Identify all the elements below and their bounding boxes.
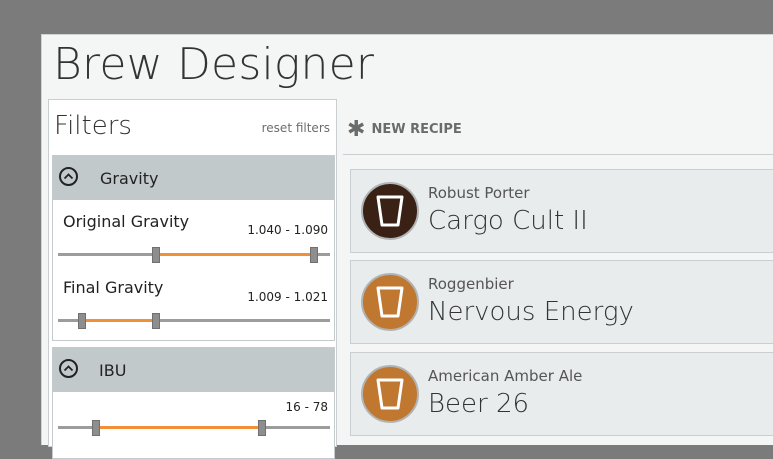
recipe-style: Roggenbier bbox=[428, 275, 514, 293]
slider-fill bbox=[155, 253, 314, 256]
slider-high-thumb[interactable] bbox=[258, 420, 266, 436]
gravity-panel: Gravity Original Gravity 1.040 - 1.090 F… bbox=[52, 155, 335, 341]
recipes-pane: ✱ NEW RECIPE Robust Porter Cargo Cult II… bbox=[337, 99, 773, 445]
ibu-slider[interactable] bbox=[58, 420, 330, 436]
ibu-panel-header[interactable]: IBU bbox=[53, 348, 334, 392]
recipe-style: American Amber Ale bbox=[428, 367, 583, 385]
recipe-card[interactable]: Roggenbier Nervous Energy bbox=[350, 260, 773, 344]
slider-high-thumb[interactable] bbox=[151, 313, 160, 329]
new-recipe-button[interactable]: ✱ NEW RECIPE bbox=[347, 116, 462, 142]
ibu-range: 16 - 78 bbox=[285, 400, 329, 414]
original-gravity-slider[interactable] bbox=[58, 247, 330, 263]
filters-title: Filters bbox=[54, 111, 132, 141]
beer-glass-icon bbox=[361, 365, 419, 423]
app-window: Brew Designer Filters reset filters Grav… bbox=[41, 34, 773, 459]
asterisk-icon: ✱ bbox=[347, 116, 366, 142]
panel-title: Gravity bbox=[100, 169, 159, 188]
beer-glass-icon bbox=[361, 182, 419, 240]
recipe-card[interactable]: Robust Porter Cargo Cult II bbox=[350, 169, 773, 253]
reset-filters-link[interactable]: reset filters bbox=[262, 121, 330, 135]
new-recipe-label: NEW RECIPE bbox=[371, 122, 462, 137]
divider bbox=[343, 154, 773, 155]
slider-high-thumb[interactable] bbox=[309, 247, 318, 263]
final-gravity-slider[interactable] bbox=[58, 313, 330, 329]
original-gravity-label: Original Gravity bbox=[63, 212, 190, 231]
recipe-name: Nervous Energy bbox=[428, 297, 634, 327]
recipe-name: Beer 26 bbox=[428, 389, 530, 419]
recipe-name: Cargo Cult II bbox=[428, 206, 588, 236]
panel-title: IBU bbox=[99, 361, 127, 380]
slider-low-thumb[interactable] bbox=[151, 247, 160, 263]
collapse-chevron-icon[interactable] bbox=[59, 359, 78, 378]
recipe-card[interactable]: American Amber Ale Beer 26 bbox=[350, 352, 773, 436]
original-gravity-range: 1.040 - 1.090 bbox=[247, 223, 328, 237]
slider-fill bbox=[96, 426, 262, 429]
final-gravity-range: 1.009 - 1.021 bbox=[247, 290, 328, 304]
recipe-style: Robust Porter bbox=[428, 184, 530, 202]
collapse-chevron-icon[interactable] bbox=[59, 167, 78, 186]
slider-low-thumb[interactable] bbox=[92, 420, 101, 436]
filters-pane: Filters reset filters Gravity Original G… bbox=[48, 99, 337, 459]
slider-fill bbox=[82, 319, 156, 322]
app-title: Brew Designer bbox=[53, 39, 375, 90]
beer-glass-icon bbox=[361, 273, 419, 331]
ibu-panel: IBU 16 - 78 bbox=[52, 347, 335, 459]
gravity-panel-header[interactable]: Gravity bbox=[53, 156, 334, 200]
final-gravity-label: Final Gravity bbox=[63, 278, 164, 297]
slider-low-thumb[interactable] bbox=[78, 313, 87, 329]
